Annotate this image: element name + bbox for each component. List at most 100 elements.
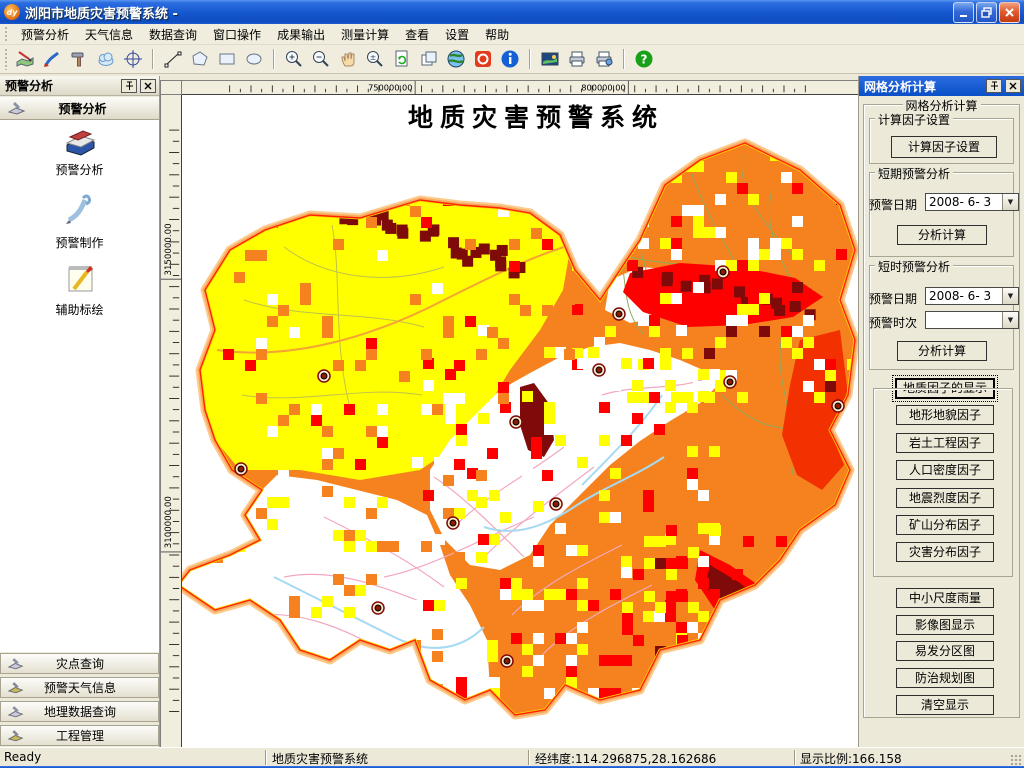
ruler-label-y1: 3150000.00 [164,223,174,275]
help-icon[interactable]: ? [632,47,656,71]
susceptibility-map-button[interactable]: 易发分区图 [896,641,994,661]
ruler-label-x1: 750000.00 [368,83,412,93]
cloud-icon[interactable] [94,47,118,71]
resize-grip[interactable] [1010,754,1023,766]
zoom-extent-icon[interactable]: ± [363,47,387,71]
menu-window-ops[interactable]: 窗口操作 [205,24,269,44]
paint-brush-icon[interactable] [40,47,64,71]
right-panel-close-button[interactable] [1005,79,1021,93]
factor-setting-button[interactable]: 计算因子设置 [891,136,997,158]
left-panel-titlebar: 预警分析 [0,76,159,96]
population-factor-button[interactable]: 人口密度因子 [896,460,994,480]
short-time-date-combo[interactable]: 2008- 6- 3 ▼ [925,287,1019,305]
edit-map-icon[interactable] [13,47,37,71]
menu-data-query[interactable]: 数据查询 [141,24,205,44]
menu-warning-analysis[interactable]: 预警分析 [13,24,77,44]
status-document: 地质灾害预警系统 [272,752,369,766]
print-icon[interactable] [565,47,589,71]
menu-help[interactable]: 帮助 [477,24,517,44]
geotech-factor-button[interactable]: 岩土工程因子 [896,433,994,453]
map-document-area: 750000.00 800000.00 3150000.00 3100000.0… [160,76,858,747]
short-time-hour-label: 预警时次 [869,316,918,330]
left-panel-header[interactable]: 预警分析 [0,97,159,120]
town-marker [500,654,514,668]
rectangle-tool-icon[interactable] [215,47,239,71]
short-term-date-label: 预警日期 [869,198,918,212]
short-time-hour-combo[interactable]: ▼ [925,311,1019,329]
toolbar-separator [273,49,275,69]
status-divider [265,750,267,765]
chevron-down-icon[interactable]: ▼ [1002,312,1018,328]
menu-settings[interactable]: 设置 [437,24,477,44]
minimize-button[interactable] [953,1,974,23]
menu-weather-info[interactable]: 天气信息 [77,24,141,44]
hazard-map [182,138,858,720]
ellipse-tool-icon[interactable] [242,47,266,71]
close-button[interactable] [999,1,1020,23]
print-preview-icon[interactable] [592,47,616,71]
seismic-factor-button[interactable]: 地震烈度因子 [896,488,994,508]
toolbar-gripper[interactable] [4,47,9,71]
imagery-button[interactable]: 影像图显示 [896,615,994,635]
pan-hand-icon[interactable] [336,47,360,71]
ruler-label-x2: 800000.00 [581,83,625,93]
disaster-factor-button[interactable]: 灾害分布因子 [896,542,994,562]
zoom-out-icon[interactable] [309,47,333,71]
short-term-analyze-button[interactable]: 分析计算 [897,225,987,245]
restore-button[interactable] [976,1,997,23]
mine-factor-button[interactable]: 矿山分布因子 [896,515,994,535]
chevron-down-icon[interactable]: ▼ [1002,194,1018,210]
rainfall-button[interactable]: 中小尺度雨量 [896,588,994,608]
svg-text:±: ± [370,53,377,62]
right-panel-pin-button[interactable] [986,79,1002,93]
town-marker [371,601,385,615]
tool-label: 预警分析 [55,163,104,177]
tool-warning-analysis[interactable]: 预警分析 [0,125,159,178]
stop-icon[interactable] [471,47,495,71]
close-icon [1009,82,1017,90]
line-tool-icon[interactable] [161,47,185,71]
bar-geo-data-query[interactable]: 地理数据查询 [0,701,159,722]
clear-display-button[interactable]: 清空显示 [896,695,994,715]
bar-project-management[interactable]: 工程管理 [0,725,159,746]
close-icon [1005,7,1014,17]
stamp-icon [8,101,26,115]
crosshair-icon[interactable] [121,47,145,71]
status-divider [528,750,530,765]
terrain-factor-button[interactable]: 地形地貌因子 [896,405,994,425]
tool-warning-production[interactable]: 预警制作 [0,190,159,251]
left-panel-pin-button[interactable] [121,78,137,93]
short-term-date-combo[interactable]: 2008- 6- 3 ▼ [925,193,1019,211]
info-icon[interactable] [498,47,522,71]
menu-result-output[interactable]: 成果输出 [269,24,333,44]
tool-label: 预警制作 [55,236,104,250]
menu-view[interactable]: 查看 [397,24,437,44]
bar-warning-weather-info[interactable]: 预警天气信息 [0,677,159,698]
left-panel-title: 预警分析 [5,79,54,93]
short-time-analyze-button[interactable]: 分析计算 [897,341,987,361]
menu-bar: 预警分析 天气信息 数据查询 窗口操作 成果输出 测量计算 查看 设置 帮助 [0,24,1024,45]
copy-layers-icon[interactable] [417,47,441,71]
town-marker [612,307,626,321]
short-time-date-label: 预警日期 [869,292,918,306]
left-panel-close-button[interactable] [140,78,156,93]
chevron-down-icon[interactable]: ▼ [1002,288,1018,304]
menu-measure-calc[interactable]: 测量计算 [333,24,397,44]
left-panel-content: 预警分析 预警制作 辅助标绘 [0,120,159,652]
bar-disaster-point-query[interactable]: 灾点查询 [0,653,159,674]
left-panel-header-label: 预警分析 [58,101,107,116]
tool-auxiliary-plot[interactable]: 辅助标绘 [0,259,159,318]
prevention-plan-button[interactable]: 防治规划图 [896,668,994,688]
pen-icon [65,194,91,224]
menu-gripper[interactable] [4,26,9,42]
window-titlebar: dy 浏阳市地质灾害预警系统 - [0,0,1024,24]
hammer-icon[interactable] [67,47,91,71]
book-icon [65,130,95,156]
app-logo-icon: dy [4,4,20,20]
refresh-view-icon[interactable] [390,47,414,71]
polygon-tool-icon[interactable] [188,47,212,71]
globe-icon[interactable] [444,47,468,71]
zoom-in-icon[interactable] [282,47,306,71]
map-export-icon[interactable] [538,47,562,71]
map-canvas[interactable]: 地质灾害预警系统 [182,95,858,747]
